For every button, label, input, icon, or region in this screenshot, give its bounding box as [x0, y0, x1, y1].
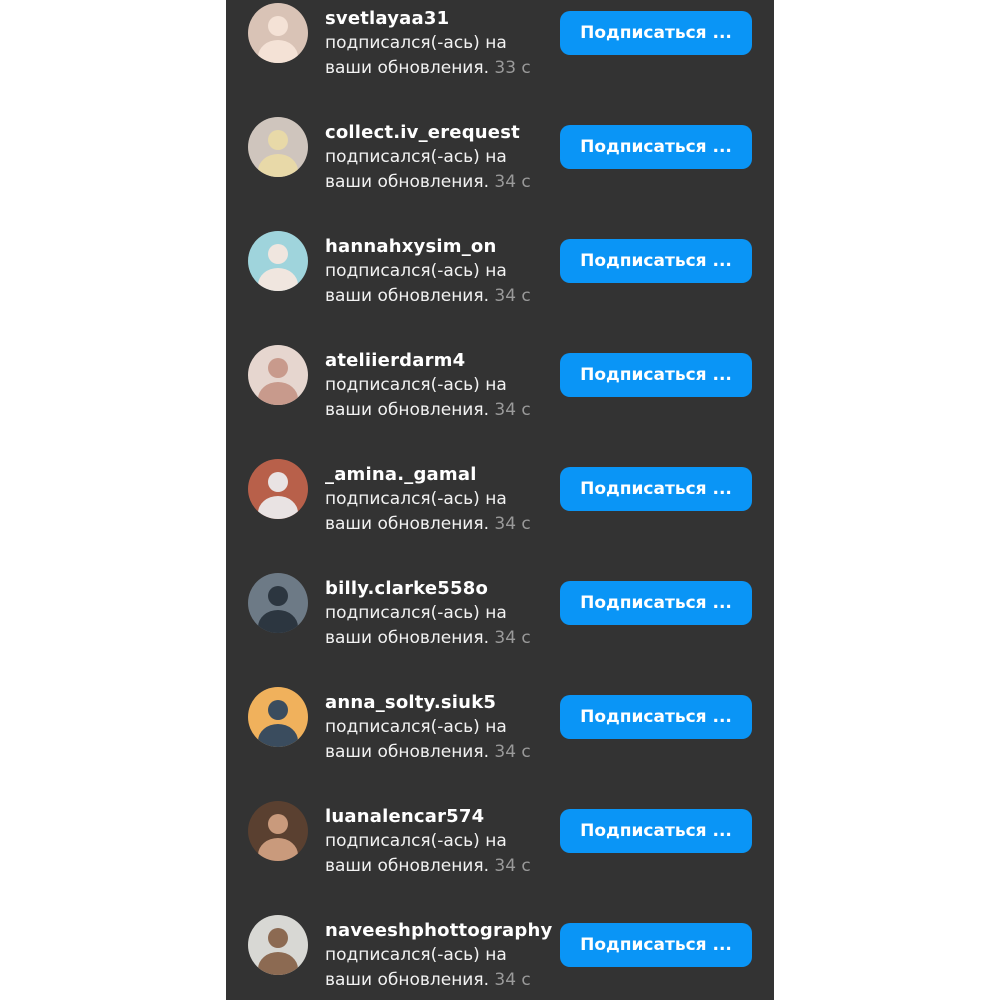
follow-back-button[interactable]: Подписаться ...	[560, 809, 752, 853]
notification-text: ateliierdarm4 подписался(-ась) на ваши о…	[325, 348, 550, 423]
avatar[interactable]	[248, 915, 308, 975]
profile-photo-icon	[248, 3, 308, 63]
action-text-line-2: ваши обновления. 34 с	[325, 398, 550, 423]
username[interactable]: svetlayaa31	[325, 6, 550, 31]
profile-photo-icon	[248, 345, 308, 405]
username[interactable]: luanalencar574	[325, 804, 550, 829]
action-text-line-1: подписался(-ась) на	[325, 33, 507, 53]
profile-photo-icon	[248, 573, 308, 633]
action-text-line-1: подписался(-ась) на	[325, 261, 507, 281]
action-text-line-1: подписался(-ась) на	[325, 945, 507, 965]
avatar[interactable]	[248, 231, 308, 291]
notification-text: luanalencar574 подписался(-ась) на ваши …	[325, 804, 550, 879]
username[interactable]: naveeshphottography	[325, 918, 552, 943]
profile-photo-icon	[248, 231, 308, 291]
timestamp: 34 с	[494, 970, 531, 990]
action-text-line-2: ваши обновления. 34 с	[325, 512, 550, 537]
follow-back-button[interactable]: Подписаться ...	[560, 695, 752, 739]
action-text-line-1: подписался(-ась) на	[325, 603, 507, 623]
profile-photo-icon	[248, 915, 308, 975]
action-text-line-1: подписался(-ась) на	[325, 831, 507, 851]
timestamp: 34 с	[494, 286, 531, 306]
action-text-line-2: ваши обновления. 34 с	[325, 854, 550, 879]
notification-row: naveeshphottography подписался(-ась) на …	[226, 912, 774, 1000]
timestamp: 34 с	[494, 400, 531, 420]
action-text: ваши обновления.	[325, 514, 489, 534]
action-text-line-1: подписался(-ась) на	[325, 489, 507, 509]
avatar[interactable]	[248, 345, 308, 405]
username[interactable]: _amina._gamal	[325, 462, 550, 487]
action-text: ваши обновления.	[325, 172, 489, 192]
follow-back-button[interactable]: Подписаться ...	[560, 11, 752, 55]
username[interactable]: ateliierdarm4	[325, 348, 550, 373]
notification-row: svetlayaa31 подписался(-ась) на ваши обн…	[226, 0, 774, 114]
action-text: ваши обновления.	[325, 628, 489, 648]
notification-text: naveeshphottography подписался(-ась) на …	[325, 918, 552, 993]
action-text-line-2: ваши обновления. 34 с	[325, 968, 550, 993]
notification-row: hannahxysim_on подписался(-ась) на ваши …	[226, 228, 774, 342]
action-text-line-2: ваши обновления. 33 с	[325, 56, 550, 81]
avatar[interactable]	[248, 117, 308, 177]
action-text: ваши обновления.	[325, 742, 489, 762]
action-text: ваши обновления.	[325, 58, 489, 78]
action-text-line-2: ваши обновления. 34 с	[325, 740, 550, 765]
notification-text: anna_solty.siuk5 подписался(-ась) на ваш…	[325, 690, 550, 765]
profile-photo-icon	[248, 687, 308, 747]
notification-row: _amina._gamal подписался(-ась) на ваши о…	[226, 456, 774, 570]
timestamp: 34 с	[494, 628, 531, 648]
avatar[interactable]	[248, 801, 308, 861]
action-text-line-1: подписался(-ась) на	[325, 147, 507, 167]
notification-row: collect.iv_erequest подписался(-ась) на …	[226, 114, 774, 228]
avatar[interactable]	[248, 687, 308, 747]
avatar[interactable]	[248, 573, 308, 633]
action-text-line-1: подписался(-ась) на	[325, 375, 507, 395]
notification-row: billy.clarke558o подписался(-ась) на ваш…	[226, 570, 774, 684]
notifications-screen: svetlayaa31 подписался(-ась) на ваши обн…	[226, 0, 774, 1000]
timestamp: 33 с	[494, 58, 531, 78]
follow-back-button[interactable]: Подписаться ...	[560, 353, 752, 397]
timestamp: 34 с	[494, 172, 531, 192]
follower-notifications-list: svetlayaa31 подписался(-ась) на ваши обн…	[226, 0, 774, 1000]
action-text-line-2: ваши обновления. 34 с	[325, 284, 550, 309]
profile-photo-icon	[248, 801, 308, 861]
action-text-line-2: ваши обновления. 34 с	[325, 626, 550, 651]
notification-text: _amina._gamal подписался(-ась) на ваши о…	[325, 462, 550, 537]
follow-back-button[interactable]: Подписаться ...	[560, 239, 752, 283]
timestamp: 34 с	[494, 742, 531, 762]
timestamp: 34 с	[494, 856, 531, 876]
avatar[interactable]	[248, 3, 308, 63]
timestamp: 34 с	[494, 514, 531, 534]
profile-photo-icon	[248, 117, 308, 177]
notification-text: hannahxysim_on подписался(-ась) на ваши …	[325, 234, 550, 309]
follow-back-button[interactable]: Подписаться ...	[560, 125, 752, 169]
notification-row: ateliierdarm4 подписался(-ась) на ваши о…	[226, 342, 774, 456]
action-text-line-1: подписался(-ась) на	[325, 717, 507, 737]
action-text-line-2: ваши обновления. 34 с	[325, 170, 550, 195]
username[interactable]: collect.iv_erequest	[325, 120, 550, 145]
username[interactable]: anna_solty.siuk5	[325, 690, 550, 715]
username[interactable]: hannahxysim_on	[325, 234, 550, 259]
notification-row: anna_solty.siuk5 подписался(-ась) на ваш…	[226, 684, 774, 798]
follow-back-button[interactable]: Подписаться ...	[560, 581, 752, 625]
profile-photo-icon	[248, 459, 308, 519]
action-text: ваши обновления.	[325, 400, 489, 420]
notification-row: luanalencar574 подписался(-ась) на ваши …	[226, 798, 774, 912]
notification-text: svetlayaa31 подписался(-ась) на ваши обн…	[325, 6, 550, 81]
notification-text: billy.clarke558o подписался(-ась) на ваш…	[325, 576, 550, 651]
action-text: ваши обновления.	[325, 856, 489, 876]
notification-text: collect.iv_erequest подписался(-ась) на …	[325, 120, 550, 195]
follow-back-button[interactable]: Подписаться ...	[560, 467, 752, 511]
action-text: ваши обновления.	[325, 286, 489, 306]
username[interactable]: billy.clarke558o	[325, 576, 550, 601]
action-text: ваши обновления.	[325, 970, 489, 990]
follow-back-button[interactable]: Подписаться ...	[560, 923, 752, 967]
avatar[interactable]	[248, 459, 308, 519]
